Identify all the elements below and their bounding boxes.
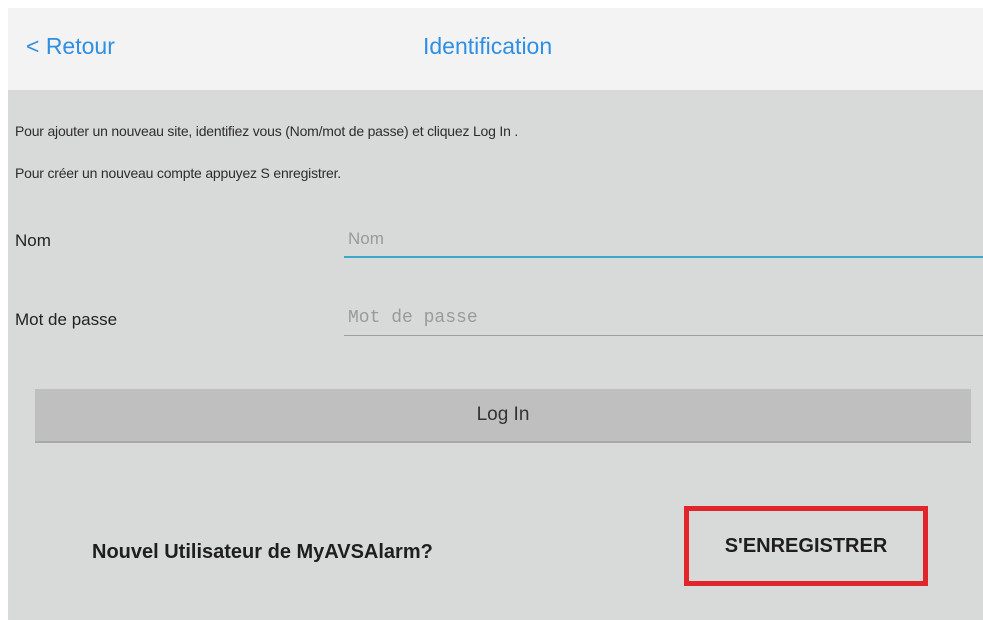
back-button[interactable]: < Retour (26, 33, 115, 60)
instruction-text-login: Pour ajouter un nouveau site, identifiez… (15, 123, 519, 139)
login-button[interactable]: Log In (35, 389, 971, 443)
password-label: Mot de passe (15, 310, 118, 329)
instruction-text-register: Pour créer un nouveau compte appuyez S e… (15, 165, 341, 181)
name-label: Nom (15, 231, 51, 250)
password-input[interactable] (344, 300, 983, 336)
page-title: Identification (423, 33, 553, 59)
register-button[interactable]: S'ENREGISTRER (684, 506, 928, 586)
name-input[interactable] (344, 222, 983, 258)
new-user-text: Nouvel Utilisateur de MyAVSAlarm? (92, 541, 433, 563)
login-screen: < Retour Identification Pour ajouter un … (8, 8, 983, 620)
navigation-bar: < Retour Identification (8, 8, 983, 90)
